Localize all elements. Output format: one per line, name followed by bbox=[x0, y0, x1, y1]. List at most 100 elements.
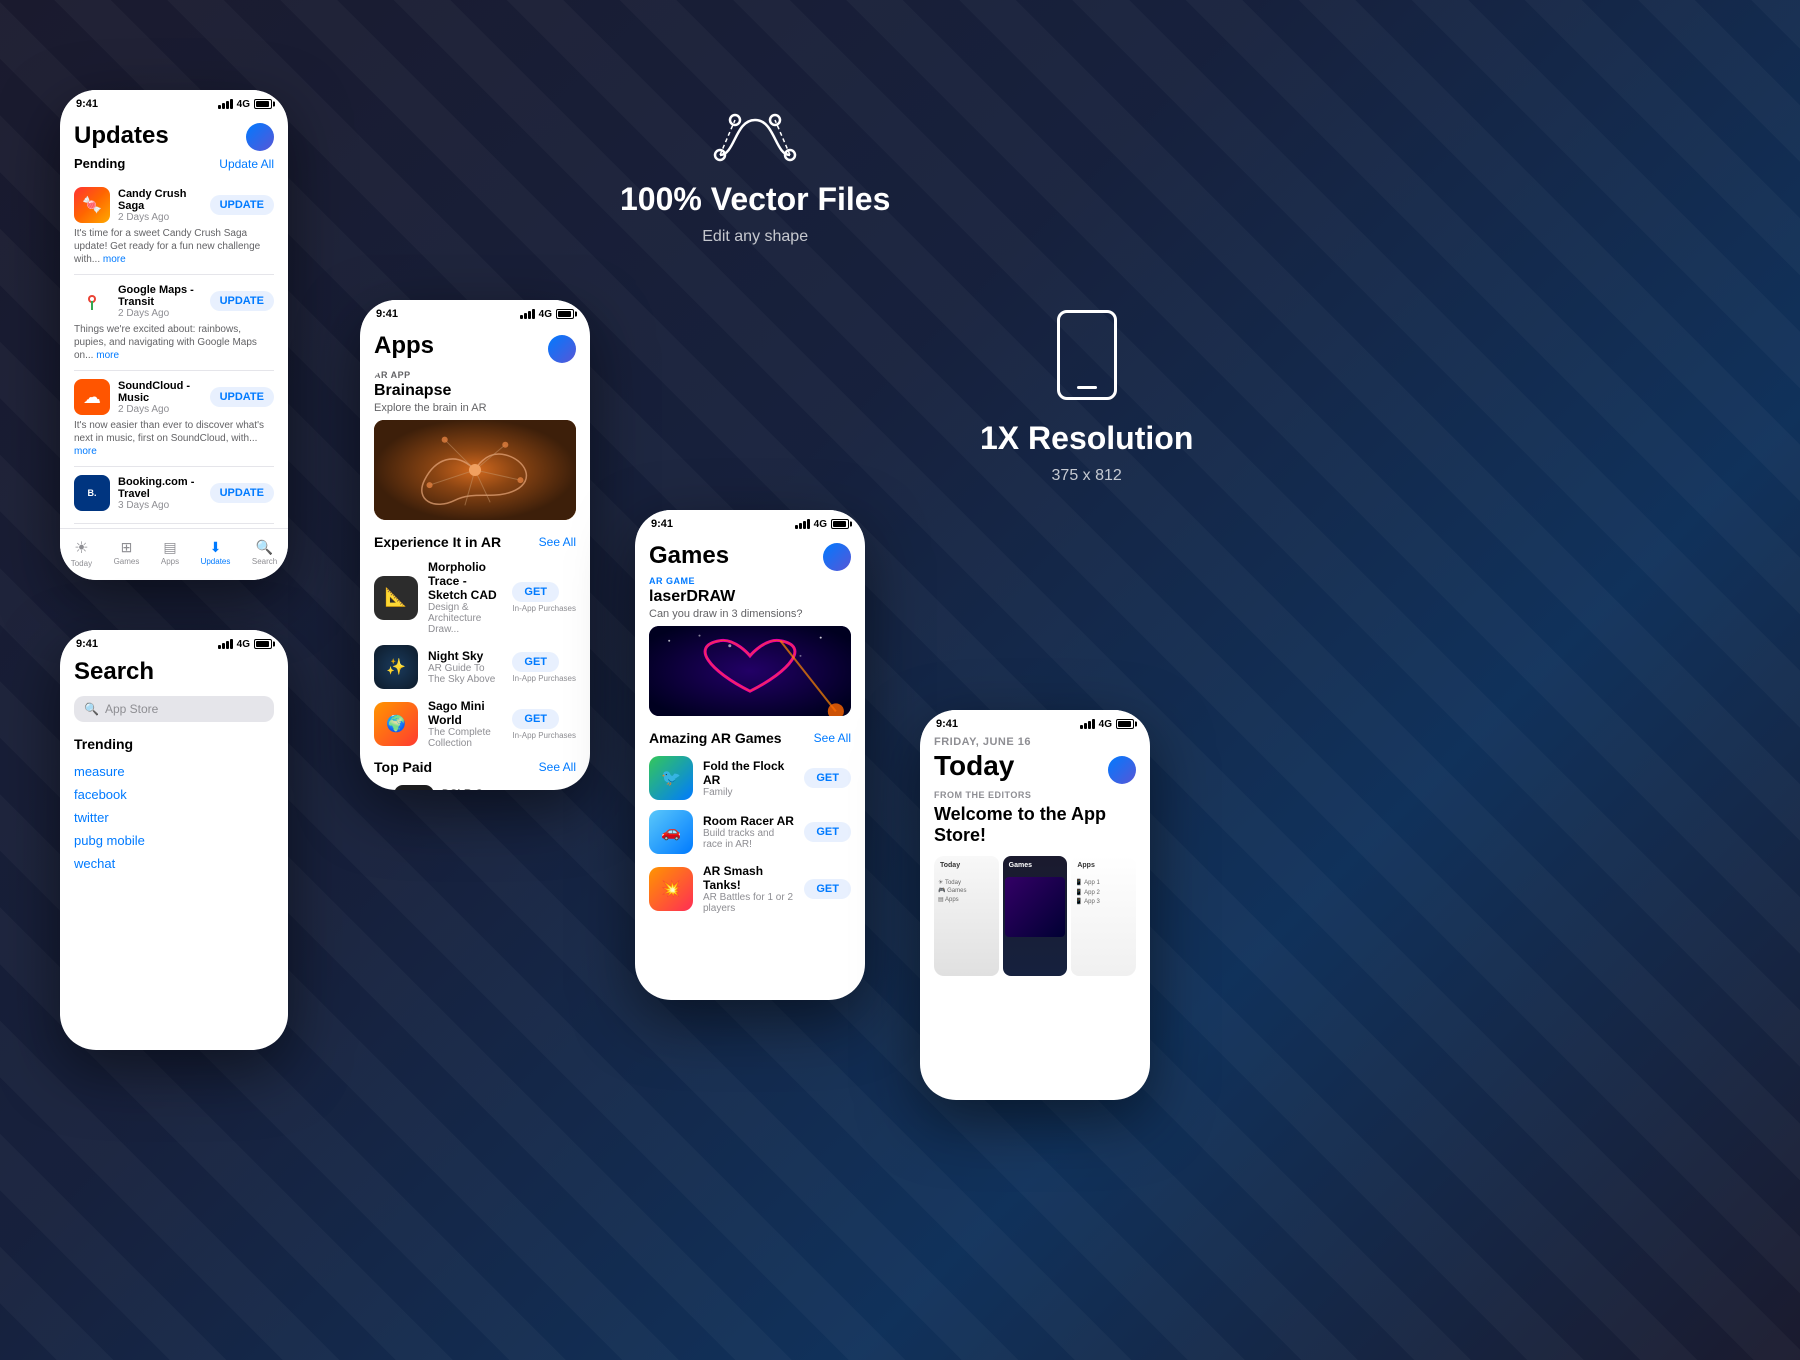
gmaps-update-button[interactable]: UPDATE bbox=[210, 291, 274, 311]
search-screen: Search 🔍 App Store Trending measure face… bbox=[60, 658, 288, 875]
battery-icon-games bbox=[831, 519, 849, 529]
tab-search[interactable]: 🔍 Search bbox=[252, 539, 277, 566]
nightsky-name: Night Sky bbox=[428, 649, 502, 663]
tab-updates-active[interactable]: ⬇ Updates bbox=[201, 539, 231, 566]
soundcloud-info: SoundCloud - Music 2 Days Ago bbox=[118, 380, 202, 415]
ar-see-all[interactable]: See All bbox=[539, 535, 576, 549]
ar-section-title: Experience It in AR bbox=[374, 534, 501, 550]
arsmash-get-button[interactable]: GET bbox=[804, 879, 851, 899]
phone-icon bbox=[1057, 310, 1117, 400]
featured-sub: Explore the brain in AR bbox=[374, 402, 576, 414]
gmaps-date: 2 Days Ago bbox=[118, 308, 202, 319]
booking-info: Booking.com - Travel 3 Days Ago bbox=[118, 476, 202, 511]
ar-games-section: Amazing AR Games See All 🐦 Fold the Floc… bbox=[649, 730, 851, 914]
nightsky-info: Night Sky AR Guide To The Sky Above bbox=[428, 649, 502, 685]
phone-apps-mockup: 9:41 4G Apps AR APP Brainapse Explore th… bbox=[360, 300, 590, 790]
soundcloud-update-button[interactable]: UPDATE bbox=[210, 387, 274, 407]
pending-row: Pending Update All bbox=[74, 156, 274, 171]
status-bar-updates: 9:41 4G bbox=[60, 90, 288, 114]
top-paid-header: Top Paid See All bbox=[374, 759, 576, 775]
network-type-games: 4G bbox=[814, 519, 827, 530]
sago-in-app: In-App Purchases bbox=[512, 731, 576, 740]
status-bar-apps: 9:41 4G bbox=[360, 300, 590, 324]
sago-sub: The Complete Collection bbox=[428, 727, 502, 749]
search-bar[interactable]: 🔍 App Store bbox=[74, 696, 274, 722]
ar-game-arsmash: 💥 AR Smash Tanks! AR Battles for 1 or 2 … bbox=[649, 864, 851, 914]
ar-games-see-all[interactable]: See All bbox=[814, 731, 851, 745]
roomracer-get-button[interactable]: GET bbox=[804, 822, 851, 842]
fold-get-button[interactable]: GET bbox=[804, 768, 851, 788]
status-time-updates: 9:41 bbox=[76, 98, 98, 110]
avatar-today bbox=[1108, 756, 1136, 784]
morpholio-name: Morpholio Trace - Sketch CAD bbox=[428, 560, 502, 602]
status-indicators: 4G bbox=[218, 99, 272, 110]
update-item-candy: 🍬 Candy Crush Saga 2 Days Ago UPDATE It'… bbox=[74, 179, 274, 275]
gmaps-more-link[interactable]: more bbox=[96, 350, 119, 361]
welcome-title: Welcome to the App Store! bbox=[934, 804, 1136, 846]
vector-files-title: 100% Vector Files bbox=[620, 181, 890, 218]
sago-info: Sago Mini World The Complete Collection bbox=[428, 699, 502, 749]
booking-update-button[interactable]: UPDATE bbox=[210, 483, 274, 503]
tab-today-label: Today bbox=[71, 559, 92, 568]
status-indicators-apps: 4G bbox=[520, 309, 574, 320]
updates-screen: Updates Pending Update All 🍬 Candy Crush… bbox=[60, 118, 288, 524]
preview-screen-games: Games bbox=[1003, 856, 1068, 976]
phone-search-mockup: 9:41 4G Search 🔍 App Store Trending meas… bbox=[60, 630, 288, 1050]
gmaps-name: Google Maps - Transit bbox=[118, 284, 202, 308]
ar-game-roomracer: 🚗 Room Racer AR Build tracks and race in… bbox=[649, 810, 851, 854]
top-paid-see-all[interactable]: See All bbox=[539, 760, 576, 774]
morpholio-in-app: In-App Purchases bbox=[512, 604, 576, 613]
update-all-button[interactable]: Update All bbox=[219, 157, 274, 171]
gmaps-icon bbox=[74, 283, 110, 319]
battery-icon bbox=[254, 99, 272, 109]
ar-app-nightsky: ✨ Night Sky AR Guide To The Sky Above GE… bbox=[374, 645, 576, 689]
ar-games-title: Amazing AR Games bbox=[649, 730, 782, 746]
tab-apps[interactable]: ▤ Apps bbox=[161, 539, 179, 566]
status-bar-today: 9:41 4G bbox=[920, 710, 1150, 734]
candy-update-button[interactable]: UPDATE bbox=[210, 195, 274, 215]
ar-section-header: Experience It in AR See All bbox=[374, 534, 576, 550]
arsmash-info: AR Smash Tanks! AR Battles for 1 or 2 pl… bbox=[703, 864, 794, 914]
avatar-updates bbox=[246, 123, 274, 151]
trending-twitter[interactable]: twitter bbox=[74, 806, 274, 829]
trending-facebook[interactable]: facebook bbox=[74, 783, 274, 806]
dslr-name: DSLR Camera for iPhone bbox=[442, 788, 524, 790]
candy-more-link[interactable]: more bbox=[103, 254, 126, 265]
apps-screen: Apps AR APP Brainapse Explore the brain … bbox=[360, 328, 590, 790]
phone-games-mockup: 9:41 4G Games AR GAME laserDRAW Can you … bbox=[635, 510, 865, 1000]
trending-wechat[interactable]: wechat bbox=[74, 852, 274, 875]
trending-measure[interactable]: measure bbox=[74, 760, 274, 783]
status-indicators-search: 4G bbox=[218, 639, 272, 650]
resolution-feature: 1X Resolution 375 x 812 bbox=[980, 310, 1193, 485]
phone-today-mockup: 9:41 4G Friday, June 16 Today From The E… bbox=[920, 710, 1150, 1100]
featured-brainapse-card: AR APP Brainapse Explore the brain in AR bbox=[374, 370, 576, 520]
sago-get-button[interactable]: GET bbox=[512, 709, 559, 729]
status-indicators-today: 4G bbox=[1080, 719, 1134, 730]
tab-games-icon: ⊞ bbox=[121, 539, 133, 556]
brain-visual bbox=[374, 420, 576, 520]
trending-pubg[interactable]: pubg mobile bbox=[74, 829, 274, 852]
candy-date: 2 Days Ago bbox=[118, 212, 202, 223]
soundcloud-more-link[interactable]: more bbox=[74, 446, 97, 457]
booking-date: 3 Days Ago bbox=[118, 500, 202, 511]
search-bar-icon: 🔍 bbox=[84, 702, 99, 716]
fold-sub: Family bbox=[703, 787, 794, 798]
today-title: Today bbox=[934, 750, 1014, 782]
tab-today[interactable]: ☀ Today bbox=[71, 538, 92, 568]
network-type: 4G bbox=[237, 99, 250, 110]
signal-bars-today bbox=[1080, 719, 1095, 729]
tab-search-icon: 🔍 bbox=[256, 539, 273, 556]
avatar-games bbox=[823, 543, 851, 571]
nightsky-icon: ✨ bbox=[374, 645, 418, 689]
signal-bars-search bbox=[218, 639, 233, 649]
tab-updates-label: Updates bbox=[201, 557, 231, 566]
morpholio-icon: 📐 bbox=[374, 576, 418, 620]
roomracer-icon: 🚗 bbox=[649, 810, 693, 854]
featured-badge: AR APP bbox=[374, 370, 576, 380]
tab-games[interactable]: ⊞ Games bbox=[114, 539, 140, 566]
nightsky-get-button[interactable]: GET bbox=[512, 652, 559, 672]
nightsky-in-app: In-App Purchases bbox=[512, 674, 576, 683]
brainapse-image bbox=[374, 420, 576, 520]
morpholio-sub: Design & Architecture Draw... bbox=[428, 602, 502, 635]
morpholio-get-button[interactable]: GET bbox=[512, 582, 559, 602]
